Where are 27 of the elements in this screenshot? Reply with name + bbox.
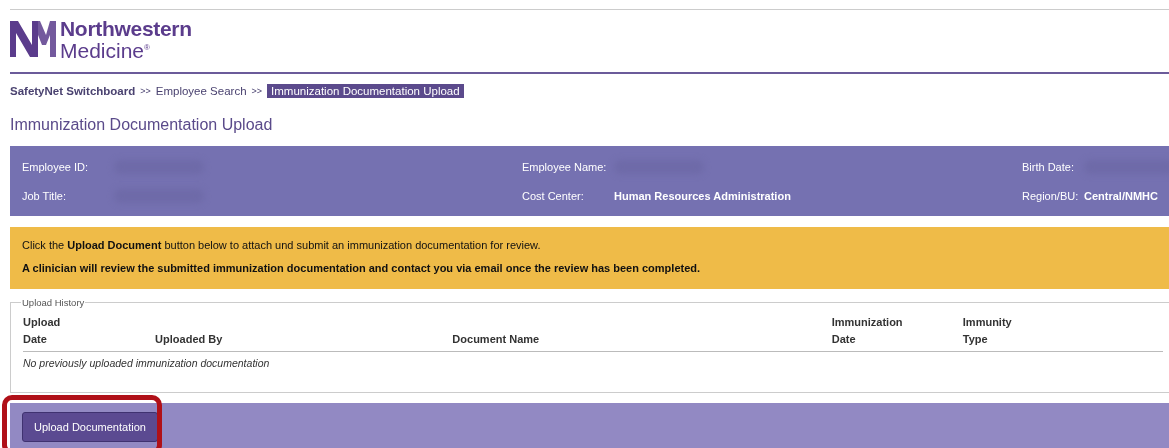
field-label: Employee Name:: [522, 160, 608, 173]
notice-text: A clinician will review the submitted immunization documentation and contact you via email once the review has been completed.: [22, 262, 702, 274]
page-title: Immunization Documentation Upload: [10, 116, 274, 135]
field-label: Region/BU:: [1022, 189, 1080, 202]
column-header: Immunity Type: [962, 314, 1163, 352]
logo-text: Northwestern: [60, 18, 192, 38]
column-header: Upload Date: [23, 314, 156, 352]
upload-documentation-button[interactable]: Upload Documentation: [22, 412, 158, 442]
field-label: Employee ID:: [22, 160, 90, 173]
logo-text: Medicine$^{®}$: [60, 37, 151, 60]
column-header: Uploaded By: [155, 314, 453, 352]
field-label: Birth Date:: [1022, 160, 1075, 173]
empty-message: No previously uploaded immunization documentation: [23, 351, 1163, 374]
breadcrumb-separator: >>: [140, 85, 151, 96]
column-header: Immunization Date: [831, 314, 963, 352]
field-value: Central/NMHC: [1084, 189, 1158, 202]
breadcrumb-link[interactable]: Employee Search: [155, 84, 247, 97]
breadcrumb-link[interactable]: Immunization Documentation Upload: [267, 83, 464, 98]
field-label: Cost Center:: [522, 189, 585, 202]
notice-text: Click the Upload Document button below to attach und submit an immunization documentation for review.: [22, 239, 542, 251]
column-header: Document Name: [452, 314, 832, 352]
field-label: Job Title:: [22, 189, 68, 202]
logo-mark-icon: [10, 21, 56, 57]
field-value: Human Resources Administration: [614, 189, 791, 202]
breadcrumb-separator: >>: [251, 85, 263, 96]
breadcrumb-link[interactable]: SafetyNet Switchboard: [10, 84, 136, 97]
group-legend: Upload History: [21, 297, 86, 308]
